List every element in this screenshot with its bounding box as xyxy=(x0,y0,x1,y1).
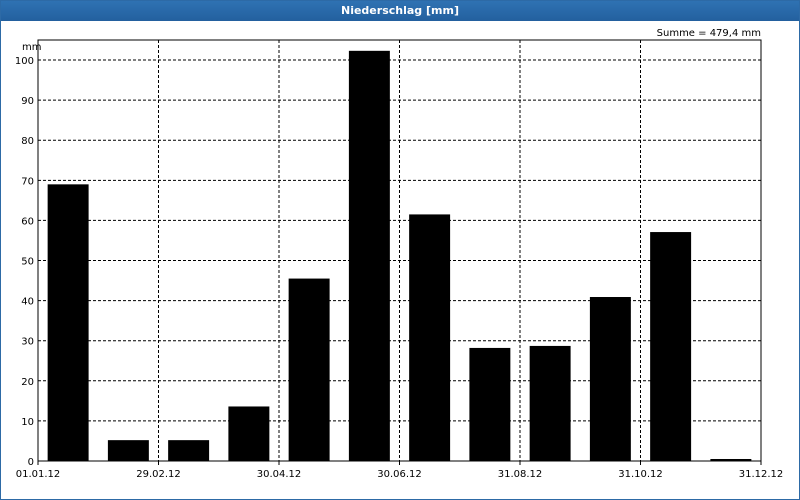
bar-feb xyxy=(107,440,149,461)
y-tick-label: 40 xyxy=(21,297,34,308)
y-tick-label: 70 xyxy=(21,176,34,187)
bar-mai xyxy=(288,278,330,461)
y-axis-label: mm xyxy=(22,42,41,53)
y-tick-label: 10 xyxy=(21,417,34,428)
bar-okt xyxy=(589,297,631,461)
bar-jan xyxy=(47,184,89,462)
y-tick-labels: 0 10 20 30 40 50 60 70 80 90 100 xyxy=(15,56,34,468)
bar-jul xyxy=(409,214,451,461)
x-tick-label: 29.02.12 xyxy=(136,469,181,480)
bar-jun xyxy=(348,50,390,461)
y-tick-label: 50 xyxy=(21,257,34,268)
bar-nov xyxy=(650,232,692,461)
x-tick-label: 01.01.12 xyxy=(16,469,61,480)
y-tick-label: 60 xyxy=(21,216,34,227)
x-tick-label: 30.06.12 xyxy=(377,469,422,480)
y-tick-label: 100 xyxy=(15,56,34,67)
y-tick-label: 90 xyxy=(21,96,34,107)
bar-sep xyxy=(529,345,571,461)
bar-apr xyxy=(228,406,270,461)
chart-svg: mm Summe = 479,4 mm 0 10 20 30 40 50 60 70 80 90 1… xyxy=(15,28,784,480)
bar-mär xyxy=(168,440,210,461)
x-tick-label: 30.04.12 xyxy=(257,469,302,480)
y-tick-label: 0 xyxy=(28,457,34,468)
x-tick-label: 31.10.12 xyxy=(618,469,663,480)
x-tick-labels: 01.01.12 29.02.12 30.04.12 30.06.12 31.08.12… xyxy=(16,469,784,480)
x-tick-label: 31.08.12 xyxy=(498,469,543,480)
y-tick-label: 80 xyxy=(21,136,34,147)
bar-aug xyxy=(469,347,511,461)
y-tick-label: 30 xyxy=(21,337,34,348)
summary-text: Summe = 479,4 mm xyxy=(657,28,761,39)
x-tick-label: 31.12.12 xyxy=(739,469,784,480)
y-tick-label: 20 xyxy=(21,377,34,388)
